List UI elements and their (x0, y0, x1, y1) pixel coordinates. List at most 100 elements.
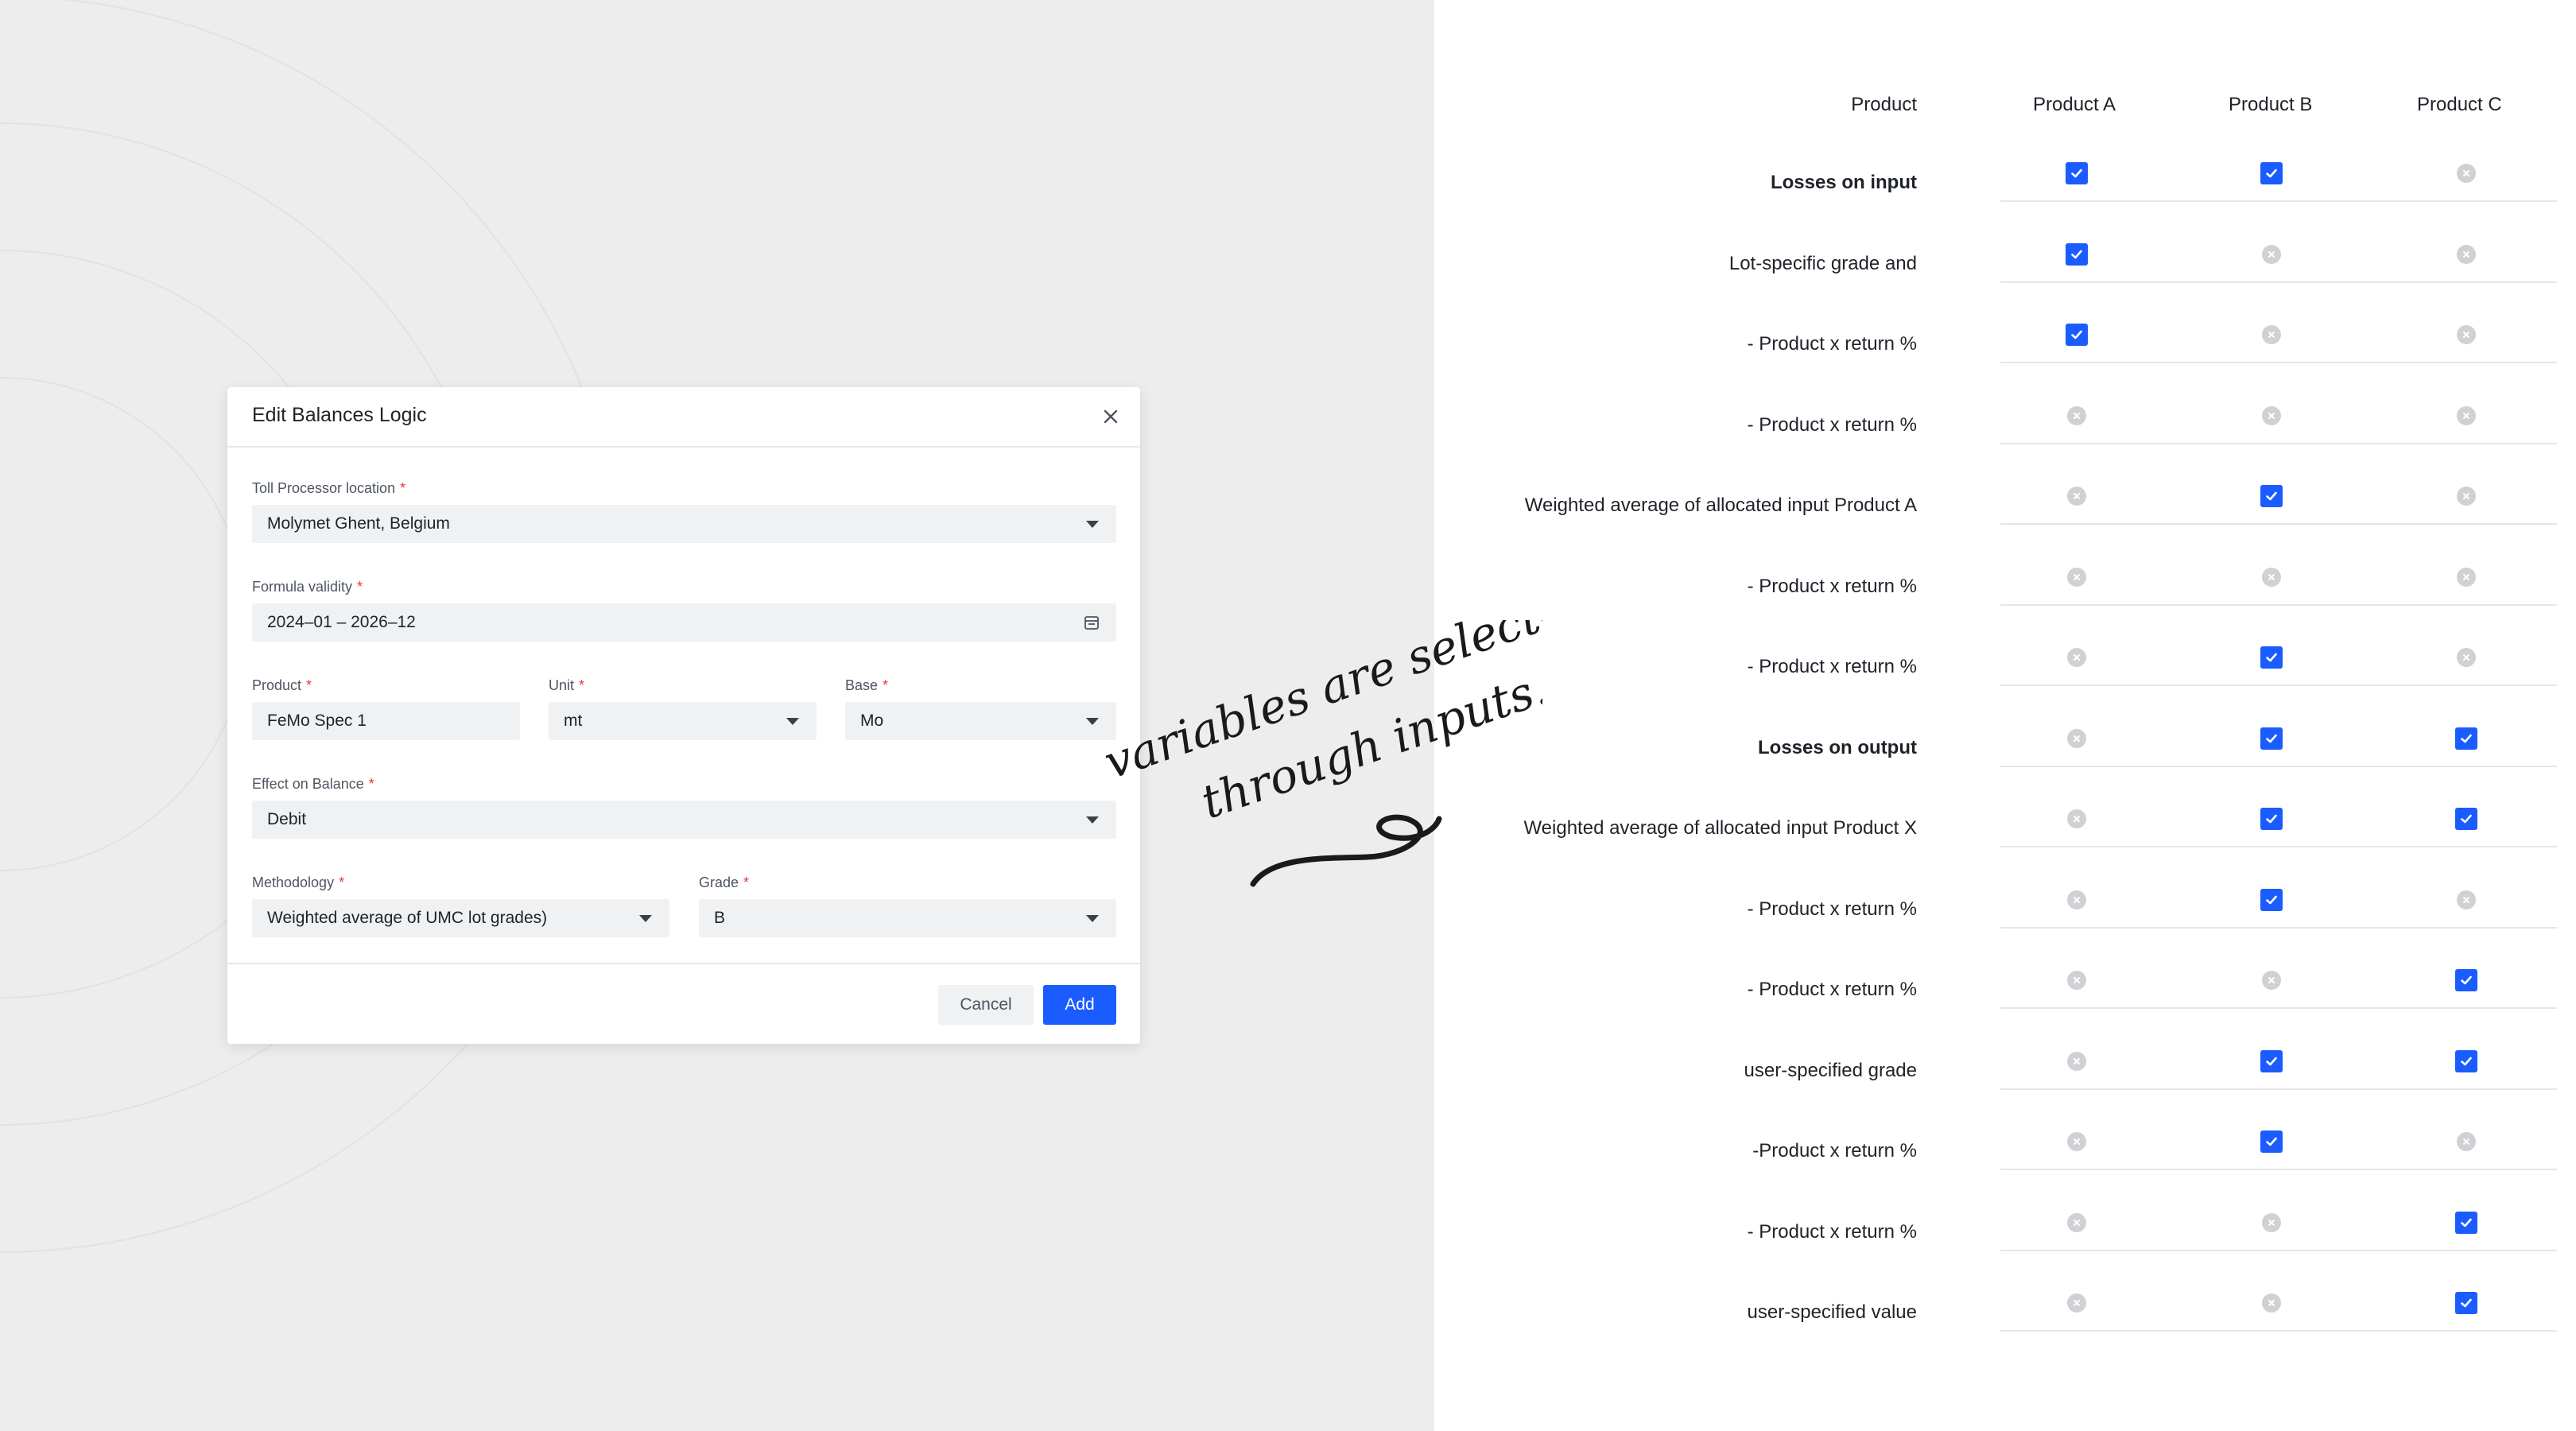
x-circle-icon (2067, 809, 2086, 828)
matrix-cell[interactable] (2455, 243, 2477, 266)
matrix-cell[interactable] (2455, 324, 2477, 346)
row-label: - Product x return % (1747, 333, 1917, 355)
row-divider (2000, 1088, 2557, 1090)
row-label: user-specified grade (1744, 1059, 1917, 1081)
row-divider (2000, 1007, 2557, 1009)
close-icon[interactable] (1099, 405, 1123, 429)
x-circle-icon (2262, 244, 2281, 264)
matrix-cell[interactable] (2260, 888, 2283, 911)
matrix-cell[interactable] (2455, 1049, 2477, 1072)
checkbox-checked-icon (2260, 162, 2283, 184)
matrix-cell[interactable] (2455, 1130, 2477, 1153)
row-divider (2000, 362, 2557, 363)
checkbox-checked-icon (2455, 969, 2477, 991)
row-label: - Product x return % (1747, 656, 1917, 677)
column-header-product-c: Product C (2417, 94, 2502, 115)
x-circle-icon (2457, 890, 2476, 909)
matrix-cell[interactable] (2260, 808, 2283, 830)
toll-processor-select[interactable]: Molymet Ghent, Belgium (252, 505, 1116, 543)
row-divider (2000, 1330, 2557, 1332)
row-divider (2000, 200, 2557, 202)
matrix-cell[interactable] (2066, 1292, 2088, 1314)
matrix-cell[interactable] (2455, 646, 2477, 669)
row-label: user-specified value (1747, 1301, 1917, 1323)
add-button[interactable]: Add (1043, 985, 1116, 1025)
checkbox-checked-icon (2260, 646, 2283, 669)
matrix-cell[interactable] (2455, 1292, 2477, 1314)
x-circle-icon (2067, 1132, 2086, 1151)
matrix-cell[interactable] (2066, 485, 2088, 507)
matrix-cell[interactable] (2260, 485, 2283, 507)
matrix-cell[interactable] (2260, 727, 2283, 750)
unit-select[interactable]: mt (549, 702, 817, 740)
handwritten-annotation: variables are selected through inputs. (1097, 620, 1542, 887)
x-circle-icon (2067, 405, 2086, 425)
matrix-cell[interactable] (2260, 1292, 2283, 1314)
matrix-cell[interactable] (2066, 566, 2088, 588)
matrix-cell[interactable] (2066, 405, 2088, 427)
row-divider (2000, 926, 2557, 929)
matrix-cell[interactable] (2066, 242, 2088, 266)
toll-processor-label: Toll Processor location * (252, 480, 406, 496)
row-label: Weighted average of allocated input Prod… (1524, 494, 1917, 516)
checkbox-checked-icon (2455, 1211, 2477, 1234)
formula-validity-range-input[interactable]: 2024–01 – 2026–12 (252, 603, 1116, 642)
matrix-cell[interactable] (2260, 1049, 2283, 1072)
matrix-cell[interactable] (2066, 969, 2088, 991)
matrix-cell[interactable] (2455, 727, 2477, 750)
matrix-cell[interactable] (2455, 808, 2477, 830)
x-circle-icon (2067, 1293, 2086, 1313)
matrix-cell[interactable] (2260, 405, 2283, 427)
unit-label: Unit * (549, 677, 585, 693)
effect-on-balance-select[interactable]: Debit (252, 801, 1116, 839)
matrix-cell[interactable] (2260, 969, 2283, 991)
matrix-cell[interactable] (2066, 324, 2088, 346)
row-label: - Product x return % (1747, 898, 1917, 920)
matrix-cell[interactable] (2455, 405, 2477, 427)
matrix-cell[interactable] (2455, 162, 2477, 184)
x-circle-icon (2067, 1212, 2086, 1232)
matrix-cell[interactable] (2066, 162, 2088, 184)
product-input[interactable]: FeMo Spec 1 (252, 702, 520, 740)
matrix-cell[interactable] (2260, 566, 2283, 588)
matrix-cell[interactable] (2066, 646, 2088, 669)
x-circle-icon (2457, 244, 2476, 264)
matrix-cell[interactable] (2455, 1211, 2477, 1234)
x-circle-icon (2457, 648, 2476, 667)
matrix-cell[interactable] (2455, 969, 2477, 991)
matrix-cell[interactable] (2066, 808, 2088, 830)
chevron-down-icon (1086, 521, 1099, 528)
product-label: Product * (252, 677, 312, 693)
matrix-cell[interactable] (2260, 162, 2283, 184)
matrix-cell[interactable] (2260, 324, 2283, 346)
x-circle-icon (2067, 487, 2086, 506)
matrix-cell[interactable] (2260, 646, 2283, 669)
cancel-button[interactable]: Cancel (938, 985, 1034, 1025)
matrix-cell[interactable] (2455, 485, 2477, 507)
row-label: Losses on output (1758, 736, 1917, 758)
matrix-cell[interactable] (2066, 727, 2088, 750)
matrix-cell[interactable] (2260, 1130, 2283, 1153)
methodology-select[interactable]: Weighted average of UMC lot grades) (252, 899, 669, 937)
x-circle-icon (2262, 971, 2281, 990)
matrix-cell[interactable] (2455, 889, 2477, 911)
matrix-cell[interactable] (2066, 1212, 2088, 1234)
base-select[interactable]: Mo (845, 702, 1116, 740)
matrix-cell[interactable] (2455, 566, 2477, 588)
matrix-cell[interactable] (2066, 889, 2088, 911)
x-circle-icon (2067, 971, 2086, 990)
grade-label: Grade * (699, 874, 750, 890)
checkbox-checked-icon (2455, 1292, 2477, 1314)
grade-select[interactable]: B (699, 899, 1116, 937)
x-circle-icon (2457, 325, 2476, 344)
x-circle-icon (2067, 890, 2086, 909)
matrix-cell[interactable] (2066, 1050, 2088, 1072)
matrix-cell[interactable] (2260, 1212, 2283, 1234)
row-label: - Product x return % (1747, 413, 1917, 436)
matrix-cell[interactable] (2066, 1130, 2088, 1153)
row-label: Losses on input (1770, 172, 1917, 193)
formula-validity-label: Formula validity * (252, 579, 363, 595)
checkbox-checked-icon (2066, 242, 2088, 266)
checkbox-checked-icon (2066, 324, 2088, 346)
matrix-cell[interactable] (2260, 243, 2283, 266)
